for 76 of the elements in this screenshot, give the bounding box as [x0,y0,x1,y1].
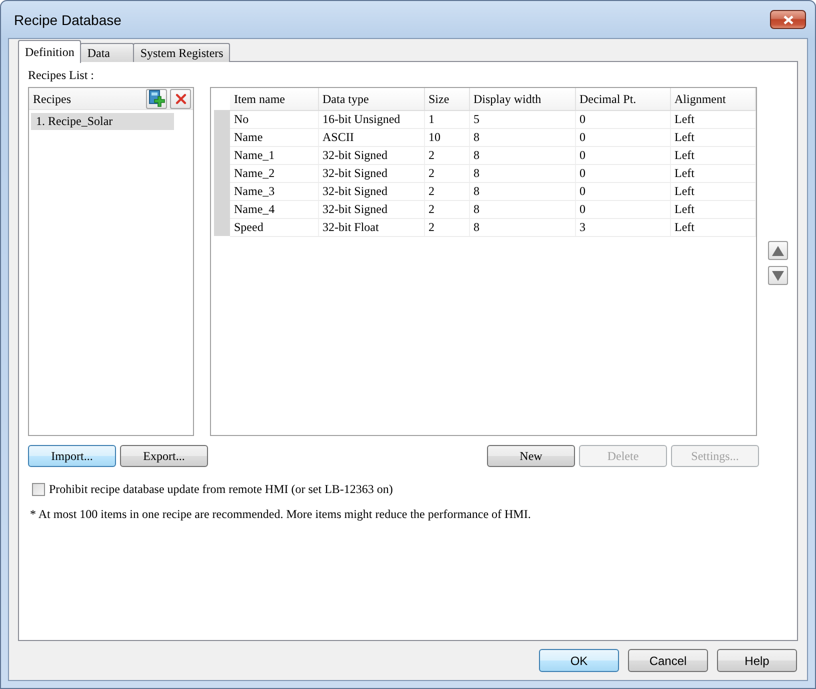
table-cell: 8 [469,182,575,200]
table-cell: 2 [424,146,469,164]
row-selector[interactable] [214,110,230,128]
close-icon [782,14,794,24]
ok-button[interactable]: OK [539,649,619,672]
table-cell: 0 [575,146,670,164]
move-down-button[interactable] [768,266,788,285]
row-selector[interactable] [214,218,230,236]
table-cell: 2 [424,164,469,182]
tab[interactable]: Data [80,43,134,62]
table-cell: 8 [469,164,575,182]
table-cell: Speed [230,218,318,236]
column-header[interactable]: Size [424,88,469,110]
add-button[interactable] [146,88,167,108]
table-cell: Left [670,164,756,182]
recipe-list-item[interactable]: 1. Recipe_Solar [31,113,174,130]
table-cell: 2 [424,200,469,218]
checkbox[interactable] [32,482,45,496]
table-cell: Name_3 [230,182,318,200]
table-cell: Name [230,128,318,146]
table-cell: 32-bit Signed [318,164,424,182]
export-button[interactable]: Export... [120,445,208,467]
help-button[interactable]: Help [717,649,797,672]
table-cell: 0 [575,110,670,128]
window-title: Recipe Database [14,12,122,28]
table-cell: 0 [575,200,670,218]
table-cell: 32-bit Signed [318,146,424,164]
checkbox-label: Prohibit recipe database update from remote HMI (or set LB-12363 on) [49,482,393,496]
list-header-label: Recipes [33,90,71,106]
close-button[interactable] [770,10,806,29]
note-text: * At most 100 items in one recipe are recommended. More items might reduce the performance of HMI. [30,506,531,522]
recipes-list-label: Recipes List : [28,67,94,83]
column-header[interactable]: Decimal Pt. [575,88,670,110]
table-cell: 32-bit Signed [318,182,424,200]
table-cell: Left [670,146,756,164]
cross-icon [174,92,186,104]
table-cell: 8 [469,146,575,164]
move-up-button[interactable] [768,241,788,260]
table-cell: Left [670,182,756,200]
import-button[interactable]: Import... [28,445,116,467]
table-cell: 0 [575,182,670,200]
table-cell: 3 [575,218,670,236]
delete-button[interactable] [170,88,191,108]
table-cell: 5 [469,110,575,128]
table-cell: 32-bit Signed [318,200,424,218]
table-cell: No [230,110,318,128]
table-cell: 8 [469,200,575,218]
cancel-button[interactable]: Cancel [628,649,708,672]
tab[interactable]: System Registers [133,43,230,62]
table-cell: 32-bit Float [318,218,424,236]
table-cell: 8 [469,218,575,236]
table-cell: Name_1 [230,146,318,164]
table-cell: Left [670,218,756,236]
new-button[interactable]: New [487,445,575,467]
triangle-down-icon [772,270,784,280]
tab[interactable]: Definition [18,40,82,63]
table-cell: Left [670,110,756,128]
table-cell: 8 [469,128,575,146]
triangle-up-icon [772,246,784,256]
table-cell: 0 [575,164,670,182]
column-header[interactable]: Alignment [670,88,756,110]
table-cell: Name_2 [230,164,318,182]
column-header[interactable]: Data type [318,88,424,110]
document-plus-icon [148,90,165,107]
table-cell: 2 [424,182,469,200]
table-cell: 2 [424,218,469,236]
table-cell: ASCII [318,128,424,146]
table-cell: Left [670,128,756,146]
column-header[interactable]: Display width [469,88,575,110]
table-cell: 10 [424,128,469,146]
table-cell: 16-bit Unsigned [318,110,424,128]
table-cell: 0 [575,128,670,146]
table-cell: 1 [424,110,469,128]
table-cell: Name_4 [230,200,318,218]
table-cell: Left [670,200,756,218]
column-header[interactable]: Item name [230,88,318,110]
